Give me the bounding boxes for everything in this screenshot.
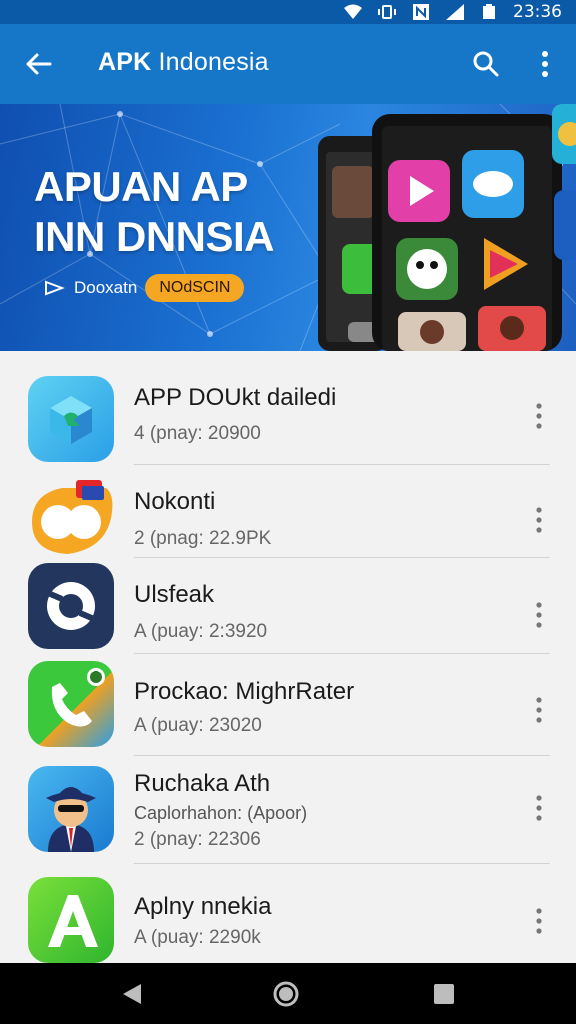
page-title-rest: Indonesia bbox=[151, 48, 269, 76]
banner-headline: APUAN AP INN DNNSIA bbox=[34, 162, 275, 262]
app-name: Aplny nnekia bbox=[134, 893, 272, 920]
more-vert-icon bbox=[536, 795, 542, 821]
item-more-button[interactable] bbox=[524, 901, 554, 941]
nav-back-button[interactable] bbox=[112, 975, 152, 1013]
item-more-button[interactable] bbox=[524, 595, 554, 635]
app-list: APP DOUkt dailedi 4 (pnay: 20900 Nokonti… bbox=[0, 351, 576, 963]
detective-avatar-icon bbox=[46, 787, 96, 852]
divider bbox=[134, 755, 550, 756]
item-more-button[interactable] bbox=[524, 396, 554, 436]
item-more-button[interactable] bbox=[524, 500, 554, 540]
divider bbox=[134, 653, 550, 654]
nav-home-icon bbox=[273, 981, 299, 1007]
app-logo-cd-icon bbox=[32, 480, 113, 554]
item-more-button[interactable] bbox=[524, 690, 554, 730]
battery-icon bbox=[483, 4, 495, 19]
banner-headline-line2: INN DNNSIA bbox=[34, 213, 275, 260]
signal-icon bbox=[446, 4, 464, 20]
nav-recents-button[interactable] bbox=[424, 975, 464, 1013]
app-name: Nokonti bbox=[134, 488, 216, 515]
divider bbox=[134, 557, 550, 558]
app-name: Ulsfeak bbox=[134, 581, 215, 608]
notification-icon bbox=[413, 4, 429, 20]
wifi-icon bbox=[344, 4, 362, 19]
banner-phones-illustration bbox=[318, 104, 576, 351]
play-arrow-icon bbox=[45, 280, 65, 296]
search-icon bbox=[473, 51, 499, 77]
banner-sub-text: Dooxatn bbox=[74, 278, 138, 297]
divider bbox=[134, 863, 550, 864]
app-logo-hexagon-icon bbox=[50, 396, 92, 444]
app-developer: Caplorhahon: (Apoor) bbox=[134, 803, 308, 823]
app-name: APP DOUkt dailedi bbox=[134, 384, 337, 411]
app-logo-lens-icon bbox=[46, 582, 96, 630]
promo-banner[interactable]: APUAN AP INN DNNSIA Dooxatn NOdSCIN bbox=[0, 104, 576, 351]
app-meta: A (puay: 23020 bbox=[134, 715, 262, 736]
banner-cta-row: Dooxatn NOdSCIN bbox=[44, 274, 245, 302]
search-button[interactable] bbox=[466, 46, 506, 82]
app-icon bbox=[28, 376, 114, 462]
app-icon bbox=[28, 472, 114, 558]
overflow-menu-button[interactable] bbox=[530, 46, 560, 82]
more-vert-icon bbox=[536, 602, 542, 628]
app-icon bbox=[28, 766, 114, 852]
divider bbox=[134, 464, 550, 465]
app-meta: 4 (pnay: 20900 bbox=[134, 423, 261, 444]
back-arrow-icon bbox=[26, 53, 52, 75]
page-title-bold: APK bbox=[98, 48, 152, 76]
system-nav-bar bbox=[0, 963, 576, 1024]
app-name: Prockao: MighrRater bbox=[134, 678, 355, 705]
app-icon bbox=[28, 877, 114, 963]
status-time: 23:36 bbox=[513, 2, 562, 22]
app-name: Ruchaka Ath bbox=[134, 770, 271, 797]
app-icon bbox=[28, 563, 114, 649]
status-icons: 23:36 bbox=[343, 2, 562, 22]
app-meta: 2 (pnag: 22.9PK bbox=[134, 528, 272, 549]
more-vert-icon bbox=[542, 51, 548, 77]
app-meta: 2 (pnay: 22306 bbox=[134, 829, 261, 850]
back-button[interactable] bbox=[18, 46, 58, 82]
phone-call-icon bbox=[51, 668, 105, 727]
nav-recents-icon bbox=[434, 984, 454, 1004]
banner-headline-line1: APUAN AP bbox=[34, 163, 248, 210]
item-more-button[interactable] bbox=[524, 788, 554, 828]
page-title: APK Indonesia bbox=[98, 48, 269, 77]
vibrate-icon bbox=[378, 5, 396, 19]
more-vert-icon bbox=[536, 908, 542, 934]
letter-a-logo-icon bbox=[48, 895, 98, 947]
app-meta: A (puay: 2:3920 bbox=[134, 621, 268, 642]
more-vert-icon bbox=[536, 697, 542, 723]
more-vert-icon bbox=[536, 403, 542, 429]
banner-cta-button[interactable]: NOdSCIN bbox=[145, 274, 245, 302]
app-bar: APK Indonesia bbox=[0, 24, 576, 104]
nav-home-button[interactable] bbox=[266, 975, 306, 1013]
app-icon bbox=[28, 661, 114, 747]
more-vert-icon bbox=[536, 507, 542, 533]
status-bar: 23:36 bbox=[0, 0, 576, 24]
nav-back-icon bbox=[123, 984, 141, 1004]
app-meta: A (puay: 2290k bbox=[134, 927, 261, 948]
